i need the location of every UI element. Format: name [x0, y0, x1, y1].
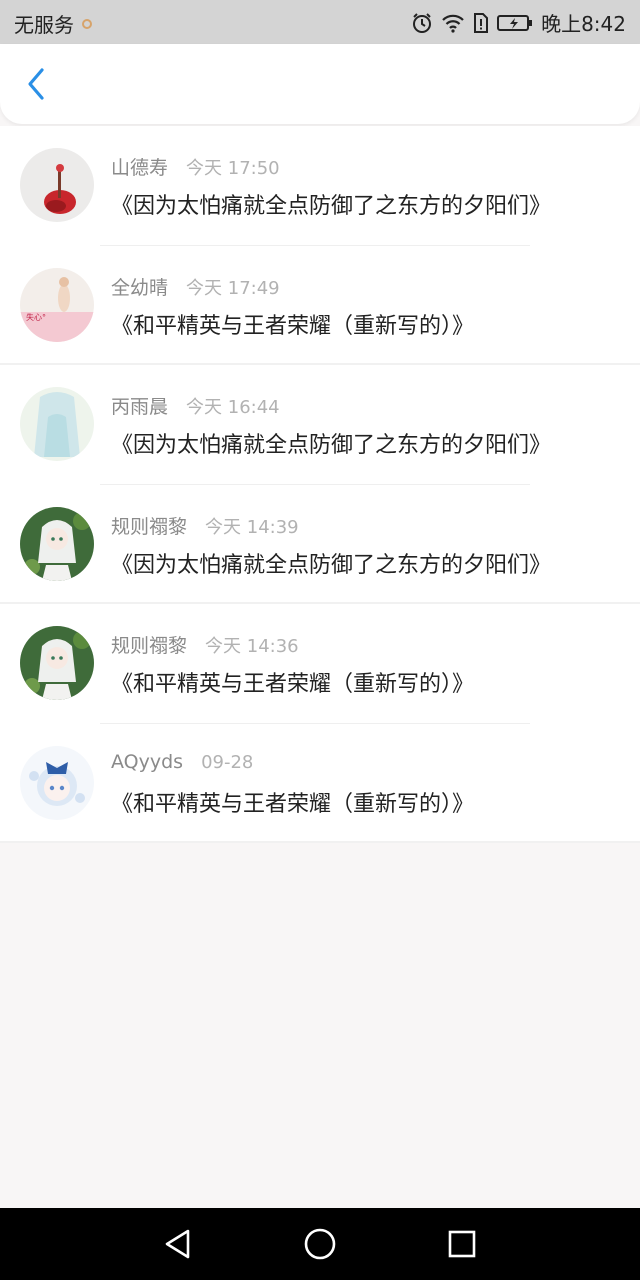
author-name: 规则禤黎 [111, 515, 188, 538]
location-dot-icon [82, 18, 92, 29]
author-name: 全幼晴 [111, 276, 169, 299]
status-right: 晚上8:42 [411, 8, 626, 37]
list-item[interactable]: AQyyds 09-28 《和平精英与王者荣耀（重新写的）》 [0, 724, 640, 843]
back-triangle-icon [165, 1229, 190, 1259]
timestamp: 今天 17:50 [186, 158, 280, 179]
message-list: 山德寿 今天 17:50 《因为太怕痛就全点防御了之东方的夕阳们》 失心° 全幼… [0, 126, 640, 843]
list-item[interactable]: 规则禤黎 今天 14:36 《和平精英与王者荣耀（重新写的）》 [0, 604, 640, 724]
timestamp: 今天 14:36 [205, 636, 299, 657]
avatar [20, 148, 94, 222]
back-button[interactable] [14, 62, 58, 106]
battery-charging-icon [497, 14, 533, 32]
list-item[interactable]: 失心° 全幼晴 今天 17:49 《和平精英与王者荣耀（重新写的）》 [0, 246, 640, 365]
book-title: 《和平精英与王者荣耀（重新写的）》 [111, 313, 475, 339]
item-meta: 规则禤黎 今天 14:39 [111, 512, 299, 539]
timestamp: 今天 14:39 [205, 516, 299, 538]
nav-home-button[interactable] [302, 1226, 338, 1262]
carrier-label: 无服务 [14, 13, 74, 37]
status-bar: 无服务 晚上8:42 [0, 0, 640, 44]
timestamp: 今天 17:49 [186, 277, 280, 299]
nav-back-button[interactable] [160, 1226, 196, 1262]
avatar [20, 745, 94, 820]
timestamp: 今天 16:44 [186, 397, 280, 418]
home-circle-icon [304, 1228, 336, 1260]
author-name: 丙雨晨 [111, 396, 169, 418]
book-title: 《因为太怕痛就全点防御了之东方的夕阳们》 [111, 552, 552, 578]
avatar [20, 506, 94, 581]
item-meta: 全幼晴 今天 17:49 [111, 273, 280, 300]
book-title: 《因为太怕痛就全点防御了之东方的夕阳们》 [111, 433, 552, 458]
status-left: 无服务 [14, 9, 92, 38]
author-name: 山德寿 [111, 157, 169, 179]
wifi-icon [441, 13, 465, 33]
system-nav-bar [0, 1208, 640, 1280]
author-name: 规则禤黎 [111, 635, 188, 657]
nav-recents-button[interactable] [444, 1226, 480, 1262]
divider [0, 841, 640, 843]
alarm-icon [411, 12, 433, 34]
item-meta: 规则禤黎 今天 14:36 [111, 631, 299, 658]
timestamp: 09-28 [201, 751, 254, 773]
author-name: AQyyds [111, 750, 184, 773]
book-title: 《和平精英与王者荣耀（重新写的）》 [111, 672, 475, 697]
item-meta: 山德寿 今天 17:50 [111, 153, 280, 180]
avatar [20, 626, 94, 700]
chevron-left-icon [28, 68, 44, 100]
item-meta: AQyyds 09-28 [111, 751, 253, 773]
sim-alert-icon [473, 12, 489, 34]
book-title: 《因为太怕痛就全点防御了之东方的夕阳们》 [111, 194, 552, 219]
item-meta: 丙雨晨 今天 16:44 [111, 392, 280, 419]
book-title: 《和平精英与王者荣耀（重新写的）》 [111, 791, 475, 817]
avatar [20, 387, 94, 461]
avatar: 失心° [20, 267, 94, 342]
list-item[interactable]: 丙雨晨 今天 16:44 《因为太怕痛就全点防御了之东方的夕阳们》 [0, 365, 640, 485]
avatar-caption: 失心° [26, 312, 46, 322]
clock-label: 晚上8:42 [541, 12, 626, 36]
list-item[interactable]: 规则禤黎 今天 14:39 《因为太怕痛就全点防御了之东方的夕阳们》 [0, 485, 640, 604]
top-app-bar [0, 44, 640, 124]
recents-square-icon [448, 1230, 476, 1258]
list-item[interactable]: 山德寿 今天 17:50 《因为太怕痛就全点防御了之东方的夕阳们》 [0, 126, 640, 246]
